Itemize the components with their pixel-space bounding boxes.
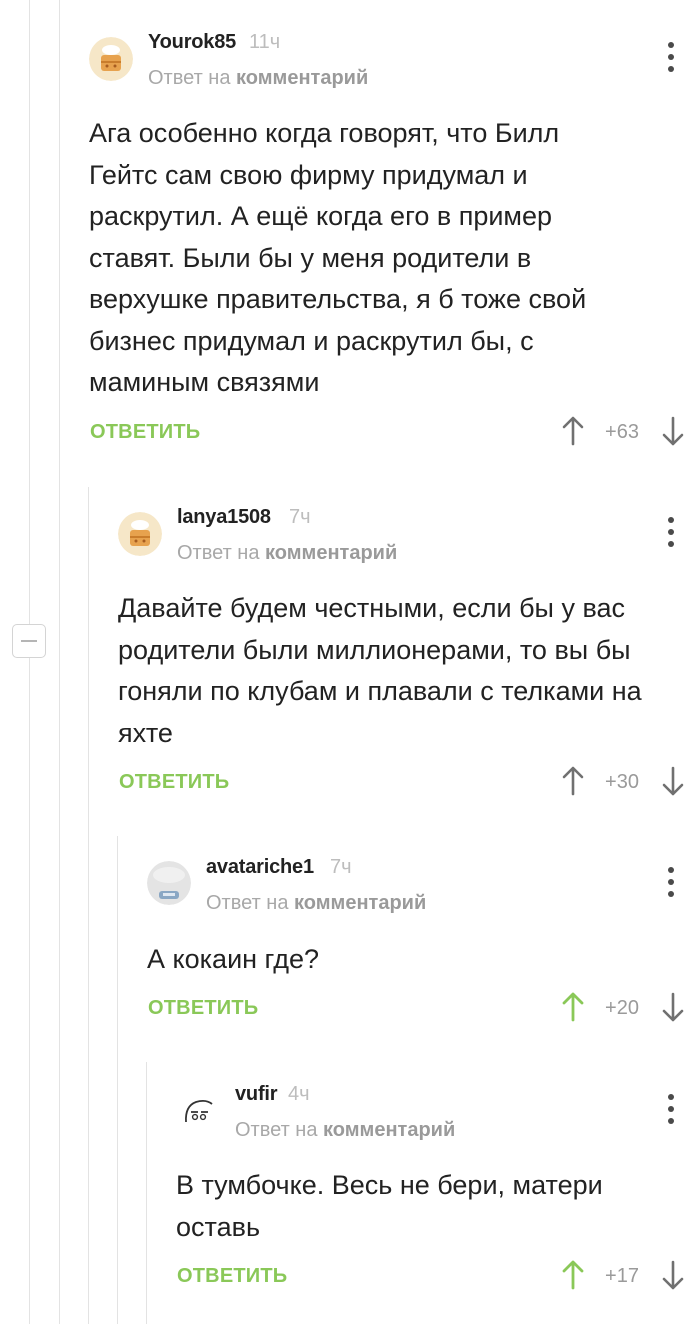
reply-button[interactable]: ОТВЕТИТЬ	[148, 997, 258, 1020]
reply-to-line: Ответ на комментарий	[177, 542, 397, 565]
reply-to-link[interactable]: комментарий	[294, 892, 426, 914]
cake-avatar-icon	[89, 37, 133, 81]
username[interactable]: avatariche1	[206, 856, 314, 879]
rating-value: +30	[605, 771, 639, 793]
more-options-icon[interactable]	[667, 1094, 675, 1124]
upvote-arrow-icon[interactable]	[562, 766, 584, 796]
user-avatar[interactable]	[147, 861, 191, 905]
rating-value: +20	[605, 997, 639, 1019]
drawn-face-avatar-icon	[176, 1088, 220, 1132]
thread-line	[59, 0, 60, 1324]
comment-text: В тумбочке. Весь не бери, матери оставь	[176, 1170, 603, 1242]
comment-time: 4ч	[288, 1083, 310, 1105]
username[interactable]: Yourok85	[148, 31, 236, 54]
thread-line	[29, 0, 30, 1324]
reply-button[interactable]: ОТВЕТИТЬ	[90, 421, 200, 444]
more-options-icon[interactable]	[667, 517, 675, 547]
rating-value: +17	[605, 1265, 639, 1287]
username[interactable]: lanya1508	[177, 506, 271, 529]
comment-text: Ага особенно когда говорят, что Билл Гей…	[89, 118, 587, 397]
comment-text: Давайте будем честными, если бы у вас ро…	[118, 593, 642, 748]
rating-value: +63	[605, 421, 639, 443]
more-options-icon[interactable]	[667, 867, 675, 897]
thread-line	[117, 836, 118, 1324]
upvote-arrow-icon[interactable]	[562, 992, 584, 1022]
username[interactable]: vufir	[235, 1083, 278, 1106]
reply-to-prefix: Ответ на	[235, 1119, 318, 1141]
reply-to-prefix: Ответ на	[206, 892, 289, 914]
reply-to-line: Ответ на комментарий	[235, 1119, 455, 1142]
user-avatar[interactable]	[176, 1088, 220, 1132]
upvote-arrow-icon[interactable]	[562, 1260, 584, 1290]
reply-to-link[interactable]: комментарий	[323, 1119, 455, 1141]
reply-to-line: Ответ на комментарий	[148, 67, 368, 90]
comment-time: 11ч	[249, 31, 281, 53]
cake-avatar-icon	[118, 512, 162, 556]
reply-button[interactable]: ОТВЕТИТЬ	[119, 771, 229, 794]
downvote-arrow-icon[interactable]	[662, 992, 684, 1022]
comment-time: 7ч	[330, 856, 352, 878]
downvote-arrow-icon[interactable]	[662, 1260, 684, 1290]
reply-to-link[interactable]: комментарий	[236, 67, 368, 89]
downvote-arrow-icon[interactable]	[662, 416, 684, 446]
thread-line	[88, 487, 89, 1324]
user-avatar[interactable]	[89, 37, 133, 81]
upvote-arrow-icon[interactable]	[562, 416, 584, 446]
comment-time: 7ч	[289, 506, 311, 528]
collapse-thread-button[interactable]	[12, 624, 46, 658]
reply-to-line: Ответ на комментарий	[206, 892, 426, 915]
reply-to-prefix: Ответ на	[148, 67, 231, 89]
downvote-arrow-icon[interactable]	[662, 766, 684, 796]
more-options-icon[interactable]	[667, 42, 675, 72]
comment-text: А кокаин где?	[147, 944, 319, 974]
user-avatar[interactable]	[118, 512, 162, 556]
reply-to-prefix: Ответ на	[177, 542, 260, 564]
reply-to-link[interactable]: комментарий	[265, 542, 397, 564]
thread-line	[146, 1062, 147, 1324]
photo-avatar-icon	[147, 861, 191, 905]
reply-button[interactable]: ОТВЕТИТЬ	[177, 1265, 287, 1288]
